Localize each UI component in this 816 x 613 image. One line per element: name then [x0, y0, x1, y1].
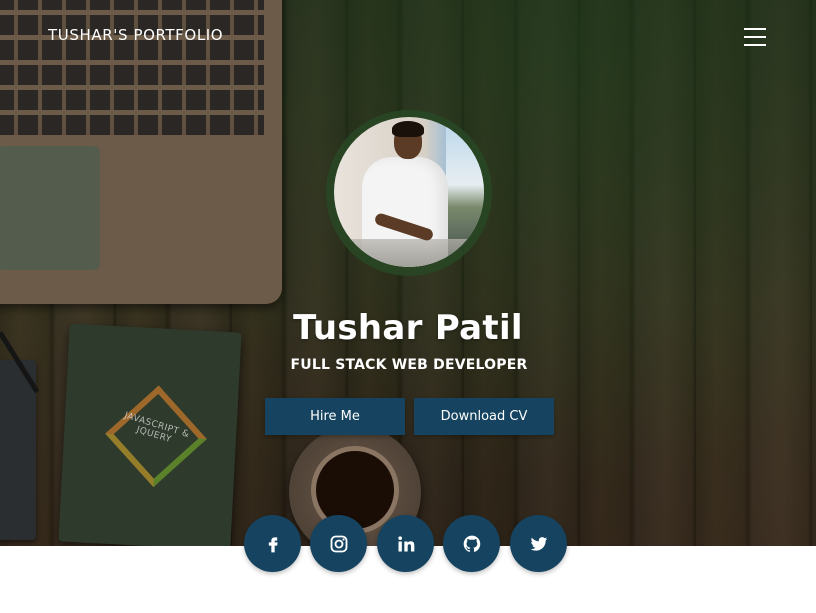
- avatar-table: [334, 239, 484, 267]
- avatar-hair: [392, 121, 424, 137]
- menu-bar: [744, 44, 766, 46]
- hero-section: JAVASCRIPT & JQUERY TUSHAR'S PORTFOLIO T…: [0, 0, 816, 546]
- linkedin-icon: [397, 535, 414, 551]
- portfolio-page: JAVASCRIPT & JQUERY TUSHAR'S PORTFOLIO T…: [0, 0, 816, 613]
- linkedin-button[interactable]: [377, 515, 434, 572]
- download-cv-button[interactable]: Download CV: [414, 398, 554, 435]
- laptop-keyboard: [0, 0, 264, 140]
- twitter-icon: [530, 536, 547, 551]
- hero-role: FULL STACK WEB DEVELOPER: [290, 357, 528, 373]
- github-icon: [463, 535, 480, 552]
- instagram-button[interactable]: [310, 515, 367, 572]
- github-button[interactable]: [443, 515, 500, 572]
- facebook-button[interactable]: [244, 515, 301, 572]
- instagram-icon: [330, 535, 347, 552]
- facebook-icon: [268, 536, 278, 552]
- avatar: [334, 117, 484, 267]
- twitter-button[interactable]: [510, 515, 567, 572]
- site-brand[interactable]: TUSHAR'S PORTFOLIO: [48, 26, 223, 44]
- hire-me-button[interactable]: Hire Me: [265, 398, 405, 435]
- menu-bar: [744, 28, 766, 30]
- laptop-trackpad: [0, 146, 100, 270]
- hamburger-menu-icon[interactable]: [744, 28, 768, 48]
- menu-bar: [744, 36, 766, 38]
- laptop-image: [0, 0, 282, 304]
- hero-name: Tushar Patil: [293, 308, 523, 348]
